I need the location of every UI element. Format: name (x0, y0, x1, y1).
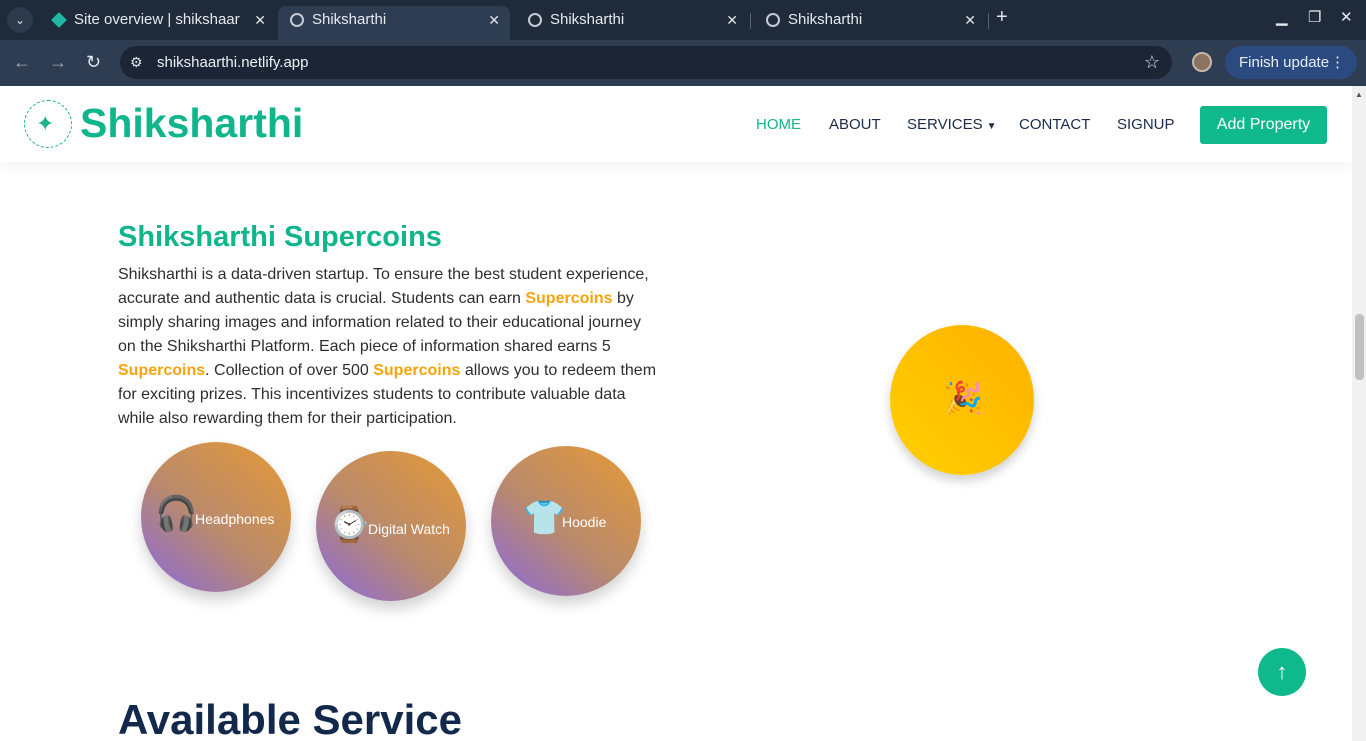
close-tab-icon[interactable]: ✕ (726, 6, 738, 34)
page-scrollbar[interactable]: ▲ (1352, 86, 1366, 741)
url-text[interactable]: shikshaarthi.netlify.app (157, 54, 308, 71)
party-popper-icon: 🎉 (943, 380, 983, 416)
bookmark-star-icon[interactable]: ☆ (1144, 52, 1160, 73)
globe-icon (528, 13, 542, 27)
watch-icon: ⌚ (328, 506, 371, 544)
handshake-icon: ✦ (36, 111, 55, 136)
address-bar[interactable]: ⚙ shikshaarthi.netlify.app ☆ (120, 46, 1172, 79)
close-tab-icon[interactable]: ✕ (254, 6, 266, 34)
brand-name[interactable]: Shiksharthi (80, 100, 303, 147)
supercoins-title: Shiksharthi Supercoins (118, 221, 442, 253)
supercoin-celebration-badge: 🎉 (890, 325, 1034, 475)
finish-update-button[interactable]: Finish update ⋮ (1225, 46, 1357, 79)
supercoins-highlight: Supercoins (118, 362, 206, 379)
prize-label: Hoodie (562, 514, 607, 530)
logo-icon[interactable]: ✦ (24, 100, 72, 148)
supercoins-description: Shiksharthi is a data-driven startup. To… (118, 263, 658, 431)
headphones-icon: 🎧 (155, 495, 198, 533)
close-tab-icon[interactable]: ✕ (488, 6, 500, 34)
desc-part: . Collection of over 500 (205, 362, 374, 379)
nav-contact[interactable]: CONTACT (1019, 116, 1090, 133)
minimize-icon[interactable]: ▁ (1276, 8, 1288, 26)
netlify-icon (51, 12, 67, 28)
close-tab-icon[interactable]: ✕ (964, 6, 976, 34)
add-property-button[interactable]: Add Property (1200, 106, 1327, 144)
prize-label: Digital Watch (368, 521, 450, 537)
page-viewport: ✦ Shiksharthi HOME ABOUT SERVICES ▼ CONTA… (0, 86, 1352, 741)
tshirt-icon: 👕 (523, 499, 566, 537)
tab-title: Shiksharthi (788, 11, 863, 28)
site-header: ✦ Shiksharthi HOME ABOUT SERVICES ▼ CONTA… (0, 86, 1352, 162)
scrollbar-thumb[interactable] (1355, 314, 1364, 380)
prize-headphones[interactable]: 🎧 Headphones (141, 442, 291, 592)
prize-label: Headphones (195, 511, 275, 527)
prize-digital-watch[interactable]: ⌚ Digital Watch (316, 451, 466, 601)
nav-services-label: SERVICES (907, 116, 983, 133)
browser-tab-shiksharthi-2[interactable]: Shiksharthi ✕ (516, 6, 748, 40)
browser-tab-shiksharthi-active[interactable]: Shiksharthi ✕ (278, 6, 510, 40)
prize-hoodie[interactable]: 👕 Hoodie (491, 446, 641, 596)
tab-title: Shiksharthi (312, 11, 387, 28)
new-tab-icon[interactable]: + (996, 6, 1008, 29)
globe-icon (290, 13, 304, 27)
tab-title: Shiksharthi (550, 11, 625, 28)
nav-services[interactable]: SERVICES ▼ (907, 116, 997, 133)
nav-home[interactable]: HOME (756, 116, 801, 133)
browser-tab-bar: ⌄ Site overview | shikshaarthi ✕ Shiksha… (0, 0, 1366, 40)
supercoins-highlight: Supercoins (525, 290, 613, 307)
tab-separator (988, 13, 989, 29)
scroll-to-top-button[interactable]: ↑ (1258, 648, 1306, 696)
profile-avatar[interactable] (1192, 52, 1212, 72)
nav-about[interactable]: ABOUT (829, 116, 881, 133)
globe-icon (766, 13, 780, 27)
kebab-menu-icon[interactable]: ⋮ (1330, 46, 1345, 79)
scroll-up-arrow-icon[interactable]: ▲ (1355, 90, 1363, 99)
tab-title: Site overview | shikshaarthi (74, 11, 240, 28)
tab-search-button[interactable]: ⌄ (7, 7, 33, 33)
close-window-icon[interactable]: ✕ (1340, 8, 1353, 26)
tab-separator (750, 13, 751, 29)
site-info-icon[interactable]: ⚙ (130, 54, 143, 71)
browser-toolbar: ← → ↻ ⚙ shikshaarthi.netlify.app ☆ Finis… (0, 40, 1366, 86)
supercoins-highlight: Supercoins (373, 362, 461, 379)
reload-icon[interactable]: ↻ (86, 52, 101, 73)
available-service-title: Available Service (118, 696, 462, 741)
nav-signup[interactable]: SIGNUP (1117, 116, 1175, 133)
browser-tab-site-overview[interactable]: Site overview | shikshaarthi ✕ (40, 6, 276, 40)
arrow-up-icon: ↑ (1276, 659, 1288, 684)
finish-update-label: Finish update (1239, 54, 1330, 71)
chevron-down-icon: ▼ (986, 121, 997, 132)
restore-icon[interactable]: ❐ (1308, 8, 1321, 26)
forward-arrow-icon[interactable]: → (49, 52, 67, 73)
browser-tab-shiksharthi-3[interactable]: Shiksharthi ✕ (754, 6, 986, 40)
back-arrow-icon[interactable]: ← (13, 52, 31, 73)
